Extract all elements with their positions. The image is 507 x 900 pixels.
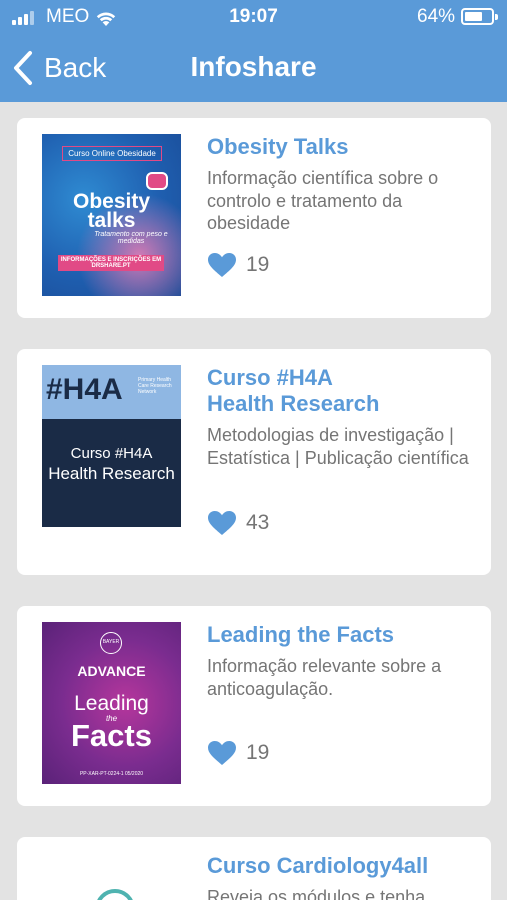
- course-thumbnail: Curso Online Obesidade Obesity talks Tra…: [42, 134, 181, 296]
- thumb-logo-sub: Primary Health Care Research Network: [138, 377, 172, 395]
- thumb-brand: BAYER: [102, 639, 120, 645]
- like-button[interactable]: 19: [207, 740, 269, 766]
- like-count: 19: [246, 741, 270, 764]
- like-count: 19: [246, 253, 270, 276]
- status-bar: MEO 19:07 64%: [0, 0, 507, 36]
- item-description: Metodologias de investigação | Estatísti…: [207, 425, 469, 468]
- item-description: Informação relevante sobre a anticoagula…: [207, 656, 442, 699]
- heart-icon: [208, 741, 236, 765]
- chat-icon: [146, 172, 168, 190]
- heart-icon: [208, 253, 236, 277]
- list-item[interactable]: BAYER ADVANCE Leading the Facts PP-XAR-P…: [17, 606, 491, 806]
- thumb-code: PP-XAR-PT-0224-1 05/2020: [79, 771, 144, 777]
- item-title: Curso Cardiology4all: [207, 853, 429, 878]
- thumb-banner: Curso Online Obesidade: [62, 146, 162, 161]
- list-item[interactable]: Curso Cardiology4all Reveja os módulos e…: [17, 837, 491, 900]
- item-description: Informação científica sobre o controlo e…: [207, 168, 439, 233]
- battery-icon: [461, 8, 498, 25]
- thumb-line1: ADVANCE: [77, 663, 146, 679]
- course-thumbnail: BAYER ADVANCE Leading the Facts PP-XAR-P…: [42, 622, 181, 784]
- page-title: Infoshare: [190, 51, 317, 82]
- thumb-line4: Facts: [71, 718, 152, 753]
- thumb-line2: Health Research: [48, 464, 175, 483]
- thumb-line2: Leading: [74, 692, 149, 715]
- thumb-line2: talks: [87, 209, 136, 232]
- course-thumbnail: #H4A Primary Health Care Research Networ…: [42, 365, 181, 527]
- item-title: Curso #H4A Health Research: [207, 365, 380, 416]
- heart-icon: [208, 511, 236, 535]
- like-button[interactable]: 19: [207, 252, 269, 278]
- like-count: 43: [246, 511, 270, 534]
- list-item[interactable]: Curso Online Obesidade Obesity talks Tra…: [17, 118, 491, 318]
- top-bar: MEO 19:07 64% Back Infoshare: [0, 0, 507, 102]
- item-description: Reveja os módulos e tenha: [207, 887, 426, 900]
- thumb-cta: INFORMAÇÕES E INSCRIÇÕES EM DRSHARE.PT: [58, 255, 164, 271]
- item-title: Leading the Facts: [207, 622, 395, 647]
- list-item[interactable]: #H4A Primary Health Care Research Networ…: [17, 349, 491, 575]
- item-title: Obesity Talks: [207, 134, 349, 159]
- thumb-subtitle: Tratamento com peso e medidas: [94, 231, 168, 245]
- course-logo: [95, 889, 135, 900]
- battery-percentage: 64%: [417, 6, 456, 27]
- thumb-line1: Curso #H4A: [70, 445, 153, 462]
- like-button[interactable]: 43: [207, 510, 269, 536]
- thumb-logo: #H4A: [46, 373, 123, 406]
